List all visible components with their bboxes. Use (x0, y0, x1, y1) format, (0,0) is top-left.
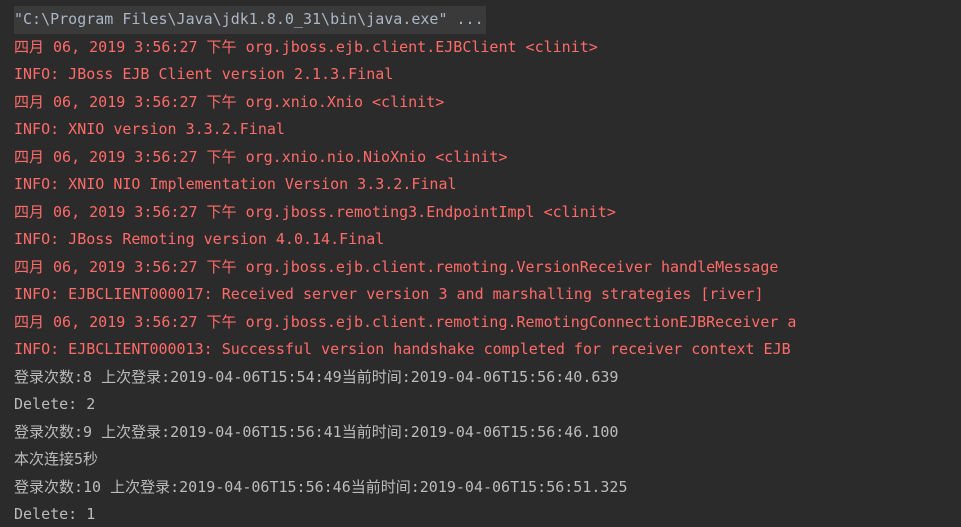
console-line: 四月 06, 2019 3:56:27 下午 org.xnio.nio.NioX… (14, 147, 508, 166)
console-line: Delete: 2 (14, 395, 96, 413)
console-line: INFO: EJBCLIENT000017: Received server v… (14, 285, 764, 303)
console-line: 四月 06, 2019 3:56:27 下午 org.jboss.remotin… (14, 202, 616, 221)
console-line: INFO: EJBCLIENT000013: Successful versio… (14, 340, 791, 358)
run-console-output[interactable]: "C:\Program Files\Java\jdk1.8.0_31\bin\j… (0, 0, 961, 527)
console-line: 登录次数:8 上次登录:2019-04-06T15:54:49当前时间:2019… (14, 367, 619, 386)
console-line: 四月 06, 2019 3:56:27 下午 org.jboss.ejb.cli… (14, 312, 797, 331)
console-line: INFO: XNIO NIO Implementation Version 3.… (14, 175, 457, 193)
console-line: INFO: XNIO version 3.3.2.Final (14, 120, 285, 138)
console-line: INFO: JBoss EJB Client version 2.1.3.Fin… (14, 65, 394, 83)
console-line: Delete: 1 (14, 505, 96, 523)
console-line: 本次连接5秒 (14, 450, 99, 468)
console-line: 登录次数:9 上次登录:2019-04-06T15:56:41当前时间:2019… (14, 422, 619, 441)
console-line: 四月 06, 2019 3:56:27 下午 org.jboss.ejb.cli… (14, 37, 598, 56)
console-line: 四月 06, 2019 3:56:27 下午 org.xnio.Xnio <cl… (14, 92, 445, 111)
console-line: 登录次数:10 上次登录:2019-04-06T15:56:46当前时间:201… (14, 477, 628, 496)
command-line[interactable]: "C:\Program Files\Java\jdk1.8.0_31\bin\j… (14, 6, 961, 34)
console-line: 四月 06, 2019 3:56:27 下午 org.jboss.ejb.cli… (14, 257, 779, 276)
command-line-text: "C:\Program Files\Java\jdk1.8.0_31\bin\j… (14, 6, 486, 34)
console-line: INFO: JBoss Remoting version 4.0.14.Fina… (14, 230, 385, 248)
